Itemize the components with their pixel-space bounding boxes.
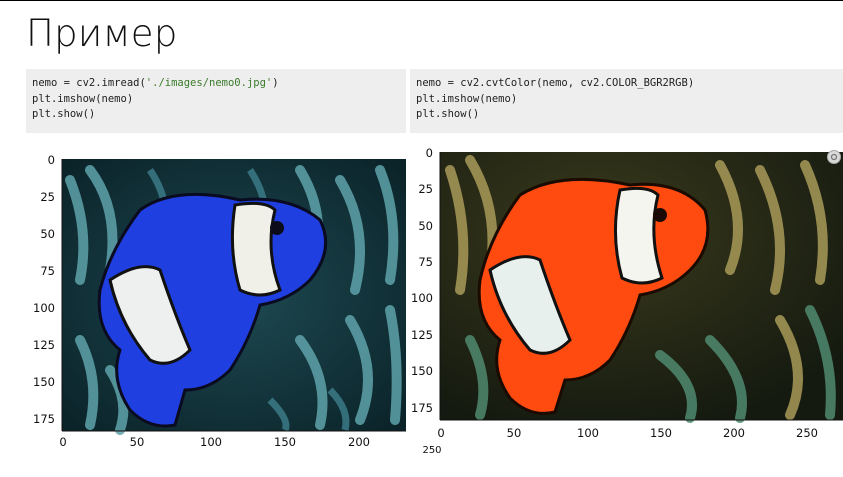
code-string: './images/nemo0.jpg' — [145, 77, 273, 89]
y-tick-label: 100 — [411, 291, 433, 305]
x-tick-label: 50 — [507, 426, 522, 440]
y-tick-label: 0 — [48, 153, 55, 167]
code-line: plt.show() — [416, 108, 480, 120]
y-tick-label: 150 — [33, 375, 55, 389]
x-tick-label: 200 — [723, 426, 745, 440]
y-tick-label: 75 — [40, 264, 55, 278]
y-tick-label: 175 — [33, 412, 55, 426]
x-axis: 0 50 100 150 200 250 250 — [422, 426, 818, 456]
code-line: plt.imshow(nemo) — [416, 92, 518, 105]
y-tick-label: 100 — [33, 301, 55, 315]
code-line: nemo = cv2.imread('./images/nemo0.jpg') — [32, 76, 406, 92]
x-tick-label-clipped: 250 — [422, 445, 441, 456]
code-line: plt.show() — [32, 108, 96, 120]
y-tick-label: 175 — [411, 401, 433, 415]
y-axis: 0 25 50 75 100 125 150 175 — [33, 153, 55, 426]
x-tick-label: 100 — [200, 435, 222, 449]
code-cell-2[interactable]: nemo = cv2.cvtColor(nemo, cv2.COLOR_BGR2… — [410, 69, 843, 133]
top-divider — [0, 0, 843, 1]
y-tick-label: 125 — [411, 328, 433, 342]
x-tick-label: 0 — [59, 435, 66, 449]
image-rgb — [440, 152, 843, 423]
x-tick-label: 100 — [577, 426, 599, 440]
y-tick-label: 50 — [40, 227, 55, 241]
y-tick-label: 0 — [426, 146, 433, 160]
code-text: ) — [272, 77, 279, 89]
image-bgr — [62, 159, 406, 435]
y-tick-label: 75 — [418, 255, 433, 269]
y-tick-label: 25 — [418, 182, 433, 196]
x-tick-label: 200 — [348, 435, 370, 449]
slide-title: Пример — [26, 12, 178, 55]
settings-icon[interactable] — [826, 149, 842, 165]
y-tick-label: 50 — [418, 219, 433, 233]
y-tick-label: 150 — [411, 364, 433, 378]
y-axis: 0 25 50 75 100 125 150 175 — [411, 146, 433, 415]
code-cell-1[interactable]: nemo = cv2.imread('./images/nemo0.jpg') … — [26, 69, 406, 133]
y-tick-label: 25 — [40, 190, 55, 204]
code-text: nemo = cv2.imread( — [32, 77, 146, 89]
x-tick-label: 150 — [274, 435, 296, 449]
x-tick-label: 250 — [796, 426, 818, 440]
code-line: nemo = cv2.cvtColor(nemo, cv2.COLOR_BGR2… — [416, 77, 695, 89]
code-line: plt.imshow(nemo) — [32, 92, 134, 105]
x-axis: 0 50 100 150 200 — [59, 435, 370, 449]
y-tick-label: 125 — [33, 338, 55, 352]
x-tick-label: 150 — [650, 426, 672, 440]
x-tick-label: 0 — [437, 426, 444, 440]
x-tick-label: 50 — [130, 435, 145, 449]
plot-rgb: 0 25 50 75 100 125 150 175 0 50 100 150 … — [411, 146, 843, 456]
plot-bgr: 0 25 50 75 100 125 150 175 0 50 100 150 … — [33, 153, 406, 449]
